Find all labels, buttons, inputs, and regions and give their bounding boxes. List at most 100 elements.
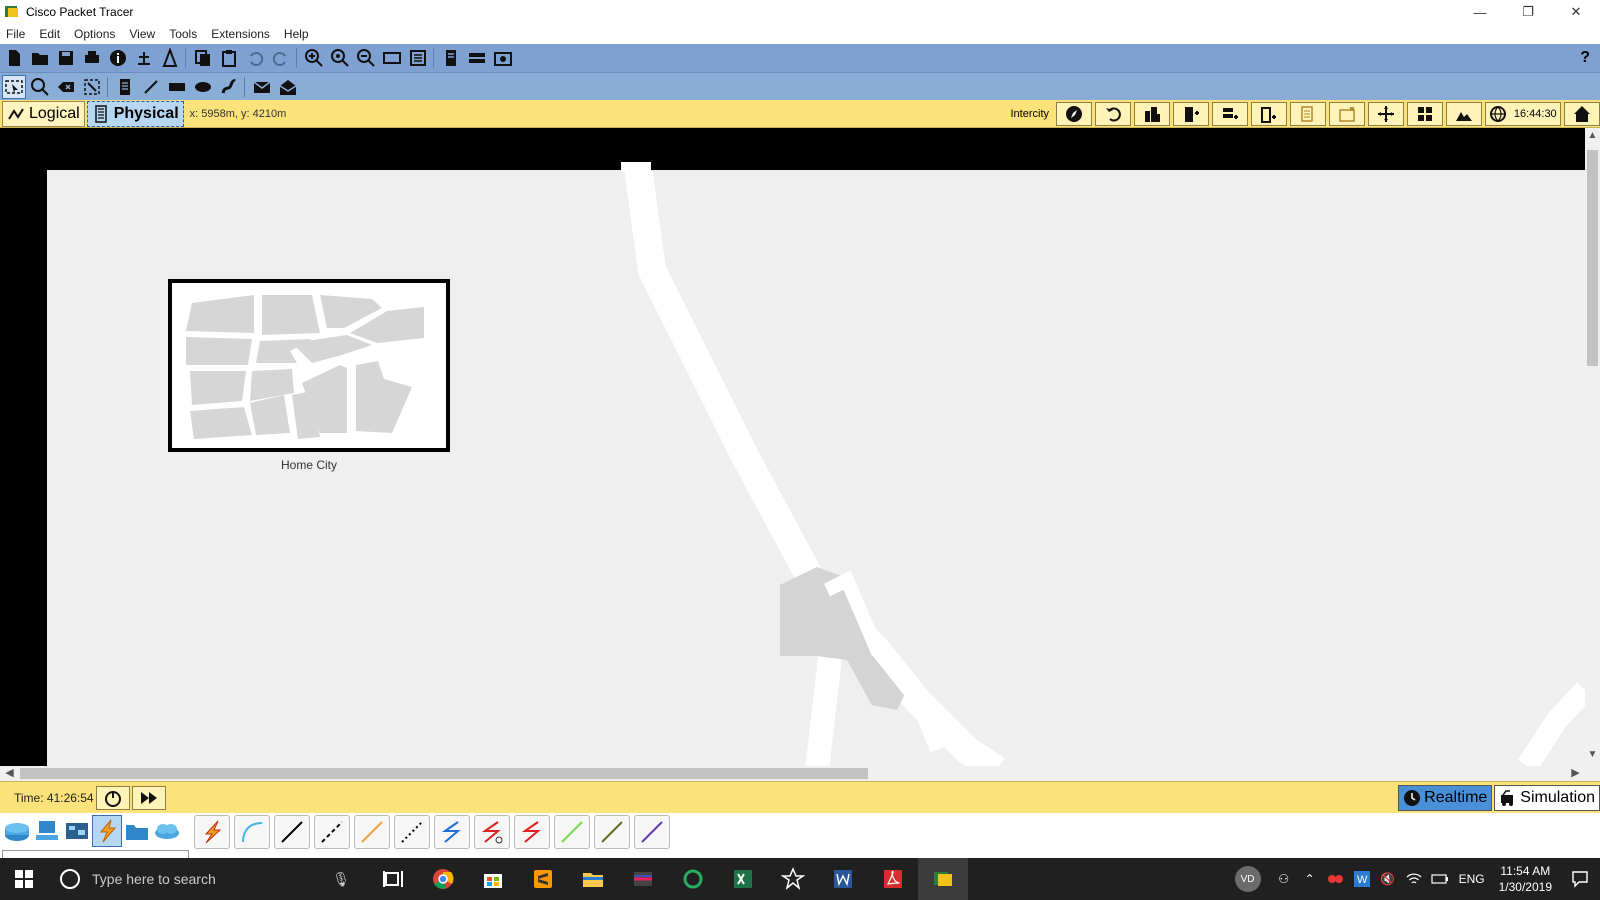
cable-phone-button[interactable]	[394, 815, 430, 849]
restore-button[interactable]: ❐	[1504, 0, 1552, 24]
refresh-app-taskbar-button[interactable]	[668, 858, 718, 900]
menu-tools[interactable]: Tools	[169, 27, 197, 41]
environment-time-button[interactable]: 16:44:30	[1485, 102, 1561, 126]
grid-button[interactable]	[1407, 102, 1443, 126]
undo-button[interactable]	[243, 46, 267, 70]
mute-speaker-icon[interactable]: 🔇	[1375, 858, 1401, 900]
new-city-button[interactable]	[1134, 102, 1170, 126]
open-file-button[interactable]	[28, 46, 52, 70]
wifi-icon[interactable]	[1401, 858, 1427, 900]
select-tool-button[interactable]	[2, 74, 26, 99]
fast-forward-button[interactable]	[131, 785, 166, 810]
cable-automatic-button[interactable]	[194, 815, 230, 849]
home-button[interactable]	[1564, 102, 1600, 126]
close-button[interactable]: ✕	[1552, 0, 1600, 24]
microphone-icon[interactable]: 🎙	[332, 871, 350, 888]
new-generic-container-button[interactable]	[1251, 102, 1287, 126]
scroll-up-arrow-icon[interactable]: ▲	[1585, 130, 1600, 145]
network-devices-category[interactable]	[2, 815, 32, 847]
drawing-palette-button[interactable]	[380, 46, 404, 70]
place-note-button[interactable]	[113, 75, 137, 99]
cable-fiber-button[interactable]	[354, 815, 390, 849]
intercity-map[interactable]: Home City	[47, 162, 1585, 766]
sublime-taskbar-button[interactable]	[518, 858, 568, 900]
move-object-button[interactable]	[1368, 102, 1404, 126]
media-taskbar-button[interactable]	[618, 858, 668, 900]
word-taskbar-button[interactable]	[818, 858, 868, 900]
network-app-taskbar-button[interactable]	[768, 858, 818, 900]
power-cycle-button[interactable]	[95, 785, 130, 810]
horizontal-scroll-thumb[interactable]	[20, 768, 868, 779]
draw-line-button[interactable]	[139, 75, 163, 99]
redo-button[interactable]	[269, 46, 293, 70]
vertical-scrollbar[interactable]: ▲ ▼	[1585, 128, 1600, 766]
draw-rectangle-button[interactable]	[165, 75, 189, 99]
cable-serial-dte-button[interactable]	[514, 815, 550, 849]
menu-view[interactable]: View	[129, 27, 155, 41]
zoom-reset-button[interactable]	[328, 46, 352, 70]
scroll-left-arrow-icon[interactable]: ◀	[2, 766, 17, 781]
inspect-tool-button[interactable]	[28, 75, 52, 99]
zoom-in-button[interactable]	[302, 46, 326, 70]
user-avatar[interactable]: VD	[1234, 866, 1261, 892]
realtime-mode-tab[interactable]: Realtime	[1398, 785, 1493, 811]
add-simple-pdu-button[interactable]	[250, 75, 274, 99]
people-icon[interactable]: ⚇	[1271, 858, 1297, 900]
print-button[interactable]	[80, 46, 104, 70]
navigation-button[interactable]	[1056, 102, 1092, 126]
menu-extensions[interactable]: Extensions	[211, 27, 270, 41]
network-info-button[interactable]	[132, 46, 156, 70]
pdu-info-button[interactable]	[158, 46, 182, 70]
draw-freeform-button[interactable]	[217, 75, 241, 99]
action-center-button[interactable]	[1560, 870, 1600, 888]
menu-edit[interactable]: Edit	[39, 27, 60, 41]
resize-tool-button[interactable]	[80, 75, 104, 99]
horizontal-scrollbar[interactable]: ◀ ▶	[0, 766, 1585, 781]
physical-workspace-tab[interactable]: Physical	[86, 100, 184, 127]
explorer-taskbar-button[interactable]	[568, 858, 618, 900]
cable-copper-straight-button[interactable]	[274, 815, 310, 849]
menu-file[interactable]: File	[6, 27, 25, 41]
copy-button[interactable]	[191, 46, 215, 70]
show-hidden-icons-chevron-icon[interactable]: ⌃	[1297, 858, 1323, 900]
system-clock[interactable]: 11:54 AM 1/30/2019	[1499, 863, 1552, 895]
save-button[interactable]	[54, 46, 78, 70]
components-category[interactable]	[62, 815, 92, 847]
connections-category[interactable]	[92, 815, 122, 847]
zoom-out-button[interactable]	[354, 46, 378, 70]
packet-tracer-taskbar-button[interactable]	[918, 858, 968, 900]
cable-coaxial-button[interactable]	[434, 815, 470, 849]
scroll-right-arrow-icon[interactable]: ▶	[1568, 766, 1583, 781]
logical-workspace-tab[interactable]: Logical	[2, 100, 85, 127]
excel-taskbar-button[interactable]	[718, 858, 768, 900]
menu-help[interactable]: Help	[284, 27, 309, 41]
cable-usb-button[interactable]	[634, 815, 670, 849]
new-closet-button[interactable]	[1212, 102, 1248, 126]
help-button[interactable]: ?	[1580, 49, 1590, 67]
new-building-button[interactable]	[1173, 102, 1209, 126]
word-tray-icon[interactable]: W	[1349, 858, 1375, 900]
task-view-button[interactable]	[368, 858, 418, 900]
vertical-scroll-thumb[interactable]	[1587, 150, 1598, 366]
cable-console-button[interactable]	[234, 815, 270, 849]
minimize-button[interactable]: —	[1456, 0, 1504, 24]
device-dialog-button[interactable]	[465, 46, 489, 70]
new-file-button[interactable]	[2, 46, 26, 70]
scroll-down-arrow-icon[interactable]: ▼	[1585, 749, 1600, 764]
menu-options[interactable]: Options	[74, 27, 115, 41]
custom-devices-button[interactable]	[406, 46, 430, 70]
miscellaneous-category[interactable]	[122, 815, 152, 847]
new-cabinet-button[interactable]	[1329, 102, 1365, 126]
acrobat-taskbar-button[interactable]	[868, 858, 918, 900]
cable-octal-button[interactable]	[554, 815, 590, 849]
cable-serial-dce-button[interactable]	[474, 815, 510, 849]
multiuser-connection-category[interactable]	[152, 815, 182, 847]
input-language[interactable]: ENG	[1459, 872, 1485, 886]
activity-wizard-button[interactable]	[106, 46, 130, 70]
view-list-button[interactable]	[439, 46, 463, 70]
end-devices-category[interactable]	[32, 815, 62, 847]
simulation-mode-tab[interactable]: Simulation	[1494, 785, 1600, 811]
physical-workspace[interactable]: Home City	[0, 128, 1585, 766]
start-button[interactable]	[0, 858, 48, 900]
back-button[interactable]	[1095, 102, 1131, 126]
